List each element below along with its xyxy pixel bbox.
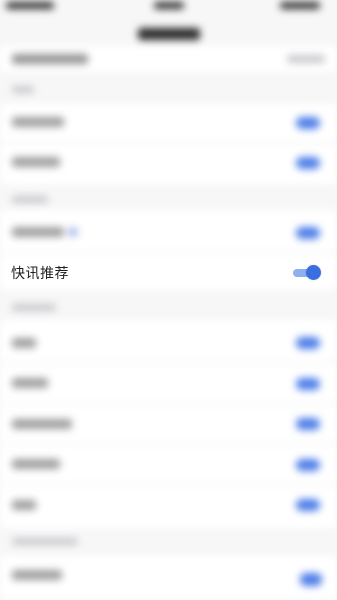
- setting-row-label: 快讯推荐: [11, 266, 69, 282]
- toggle-icon: [296, 459, 320, 471]
- divider: [0, 484, 337, 485]
- toggle-icon: [296, 499, 320, 511]
- blurred-background: [0, 0, 337, 600]
- divider: [0, 362, 337, 363]
- toggle-icon: [296, 378, 320, 390]
- divider: [0, 403, 337, 404]
- section-header: [12, 304, 56, 311]
- header-row-value: [287, 55, 325, 63]
- section-group: [0, 104, 337, 184]
- toggle-icon: [300, 573, 322, 586]
- divider: [0, 252, 337, 253]
- toggle-icon: [296, 117, 320, 129]
- toggle-icon: [296, 337, 320, 349]
- divider: [0, 443, 337, 444]
- toggle-knob: [306, 265, 321, 280]
- section-header: [12, 196, 48, 203]
- toggle-icon: [296, 418, 320, 430]
- divider: [0, 142, 337, 143]
- info-icon: [68, 227, 78, 237]
- section-header: [12, 538, 78, 545]
- toggle-switch-icon[interactable]: [293, 265, 321, 280]
- row-label: [12, 157, 60, 167]
- section-header: [12, 86, 34, 93]
- row-label: [12, 500, 36, 510]
- status-bar-time: [154, 2, 184, 9]
- toggle-icon: [296, 227, 320, 239]
- row-label: [12, 338, 36, 348]
- row-label: [12, 459, 60, 469]
- toggle-icon: [296, 157, 320, 169]
- row-label: [12, 570, 62, 580]
- nav-title: [138, 28, 200, 40]
- status-bar-battery: [280, 2, 320, 9]
- row-label: [12, 419, 72, 429]
- row-label: [12, 227, 64, 237]
- setting-row-flash-news-recommend[interactable]: 快讯推荐: [0, 256, 337, 290]
- status-bar-carrier: [6, 2, 54, 9]
- row-label: [12, 378, 48, 388]
- header-row-label: [12, 54, 88, 64]
- row-label: [12, 117, 64, 127]
